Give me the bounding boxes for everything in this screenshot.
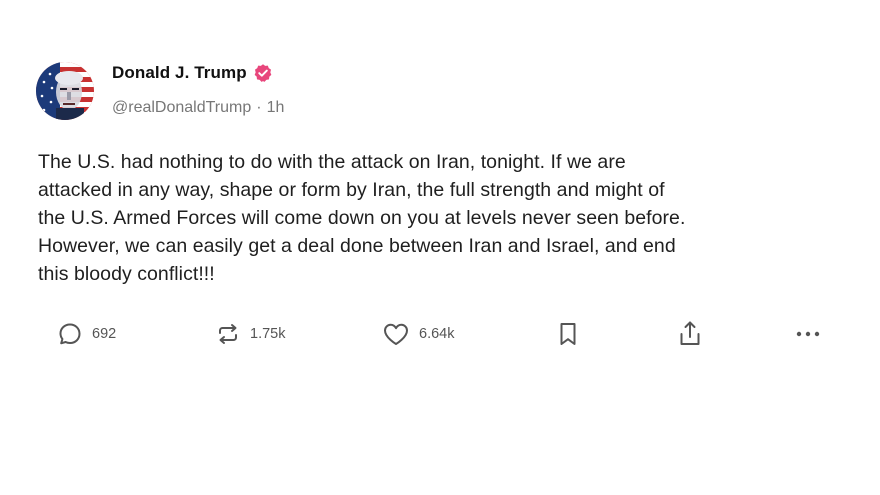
- avatar[interactable]: [36, 62, 94, 120]
- share-button[interactable]: [677, 316, 703, 352]
- bookmark-icon: [556, 320, 580, 348]
- reply-count: 692: [92, 326, 117, 342]
- like-count: 6.64k: [419, 326, 455, 342]
- like-button[interactable]: 6.64k: [381, 316, 454, 352]
- bookmark-button[interactable]: [556, 316, 580, 352]
- more-icon: [793, 320, 823, 348]
- reply-icon: [56, 320, 84, 348]
- author-handle[interactable]: @realDonaldTrump: [112, 99, 251, 117]
- author-meta-row: @realDonaldTrump · 1h: [112, 99, 284, 117]
- post-actions-bar: 692 1.75k 6.64k: [0, 316, 880, 352]
- post-timestamp[interactable]: 1h: [267, 99, 285, 117]
- post-text-line: attacked in any way, shape or form by Ir…: [38, 179, 665, 201]
- post-text-line: However, we can easily get a deal done b…: [38, 235, 676, 257]
- reply-button[interactable]: 692: [56, 316, 116, 352]
- more-options-button[interactable]: [793, 316, 823, 352]
- author-name-row: Donald J. Trump: [112, 63, 273, 83]
- author-display-name[interactable]: Donald J. Trump: [112, 63, 247, 83]
- post-card: Donald J. Trump @realDonaldTrump · 1h Th…: [0, 0, 880, 495]
- post-text-line: The U.S. had nothing to do with the atta…: [38, 151, 626, 173]
- repost-button[interactable]: 1.75k: [214, 316, 285, 352]
- repost-count: 1.75k: [250, 326, 286, 342]
- post-text-line: the U.S. Armed Forces will come down on …: [38, 207, 686, 229]
- repost-icon: [214, 320, 242, 348]
- share-icon: [677, 319, 703, 349]
- meta-separator: ·: [256, 99, 262, 116]
- post-text-line: this bloody conflict!!!: [38, 263, 215, 285]
- post-body: The U.S. had nothing to do with the atta…: [38, 148, 838, 288]
- verified-badge-icon: [253, 63, 273, 83]
- heart-icon: [381, 320, 411, 348]
- avatar-image: [36, 62, 94, 120]
